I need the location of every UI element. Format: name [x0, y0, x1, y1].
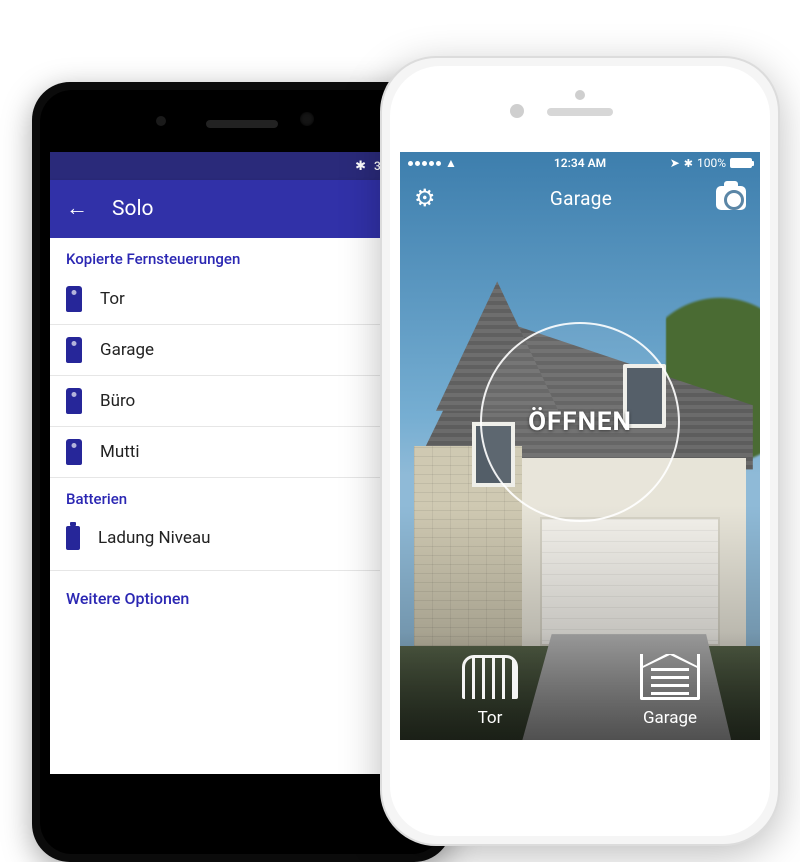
android-status-bar: ✱ 3G [50, 152, 434, 180]
remote-icon [66, 388, 82, 414]
wifi-icon: ▲ [445, 156, 457, 170]
remote-row-garage[interactable]: Garage [50, 325, 434, 376]
battery-row-level[interactable]: Ladung Niveau [50, 514, 434, 562]
android-screen: ✱ 3G ← Solo Kopierte Fernsteuerungen Tor… [50, 152, 434, 774]
gate-icon [459, 652, 521, 702]
ios-phone-frame: ▲ 12:34 AM ➤ ✱ 100% ⚙ Garage ÖFFNEN [380, 56, 780, 846]
remote-row-buero[interactable]: Büro [50, 376, 434, 427]
statusbar-time: 12:34 AM [554, 156, 606, 170]
remote-row-label: Büro [100, 391, 135, 411]
ios-screen: ▲ 12:34 AM ➤ ✱ 100% ⚙ Garage ÖFFNEN [400, 152, 760, 740]
tab-label: Garage [643, 708, 697, 728]
bluetooth-icon: ✱ [355, 159, 366, 174]
open-button-label: ÖFFNEN [528, 407, 632, 437]
app-bar-title: Solo [112, 197, 154, 221]
ios-front-camera [510, 104, 524, 118]
nav-title: Garage [446, 187, 716, 210]
android-list: Kopierte Fernsteuerungen Tor Garage Büro… [50, 238, 434, 620]
remote-row-label: Tor [100, 289, 125, 309]
garage-door-icon [540, 517, 720, 646]
ios-sensor-dot [575, 90, 585, 100]
open-button[interactable]: ÖFFNEN [480, 322, 680, 522]
back-arrow-icon[interactable]: ← [66, 198, 88, 220]
bluetooth-icon: ✱ [684, 157, 693, 170]
section-header-remotes: Kopierte Fernsteuerungen [50, 238, 434, 274]
android-app-bar: ← Solo [50, 180, 434, 238]
ios-earpiece [547, 108, 613, 116]
remote-icon [66, 337, 82, 363]
remote-row-label: Mutti [100, 442, 139, 462]
ios-nav-bar: ⚙ Garage [400, 174, 760, 222]
battery-row-label: Ladung Niveau [98, 528, 211, 548]
remote-row-label: Garage [100, 340, 154, 360]
remote-icon [66, 439, 82, 465]
more-options-link[interactable]: Weitere Optionen [50, 570, 434, 620]
tab-tor[interactable]: Tor [400, 632, 580, 740]
remote-icon [66, 286, 82, 312]
android-earpiece [206, 120, 278, 128]
remote-row-mutti[interactable]: Mutti [50, 427, 434, 478]
garage-icon [639, 652, 701, 702]
android-sensor-dot [156, 116, 166, 126]
tab-label: Tor [478, 708, 503, 728]
android-front-camera [300, 112, 314, 126]
ios-status-bar: ▲ 12:34 AM ➤ ✱ 100% [400, 152, 760, 174]
tab-garage[interactable]: Garage [580, 632, 760, 740]
remote-row-tor[interactable]: Tor [50, 274, 434, 325]
battery-icon [730, 158, 752, 168]
signal-dots-icon [408, 161, 441, 166]
camera-icon[interactable] [716, 186, 746, 210]
battery-level-icon [66, 526, 80, 550]
statusbar-battery-text: 100% [697, 156, 726, 170]
ios-bezel: ▲ 12:34 AM ➤ ✱ 100% ⚙ Garage ÖFFNEN [390, 66, 770, 836]
settings-gear-icon[interactable]: ⚙ [414, 184, 446, 212]
section-header-batteries: Batterien [50, 478, 434, 514]
location-arrow-icon: ➤ [670, 156, 680, 170]
ios-bottom-tabs: Tor Garage [400, 632, 760, 740]
